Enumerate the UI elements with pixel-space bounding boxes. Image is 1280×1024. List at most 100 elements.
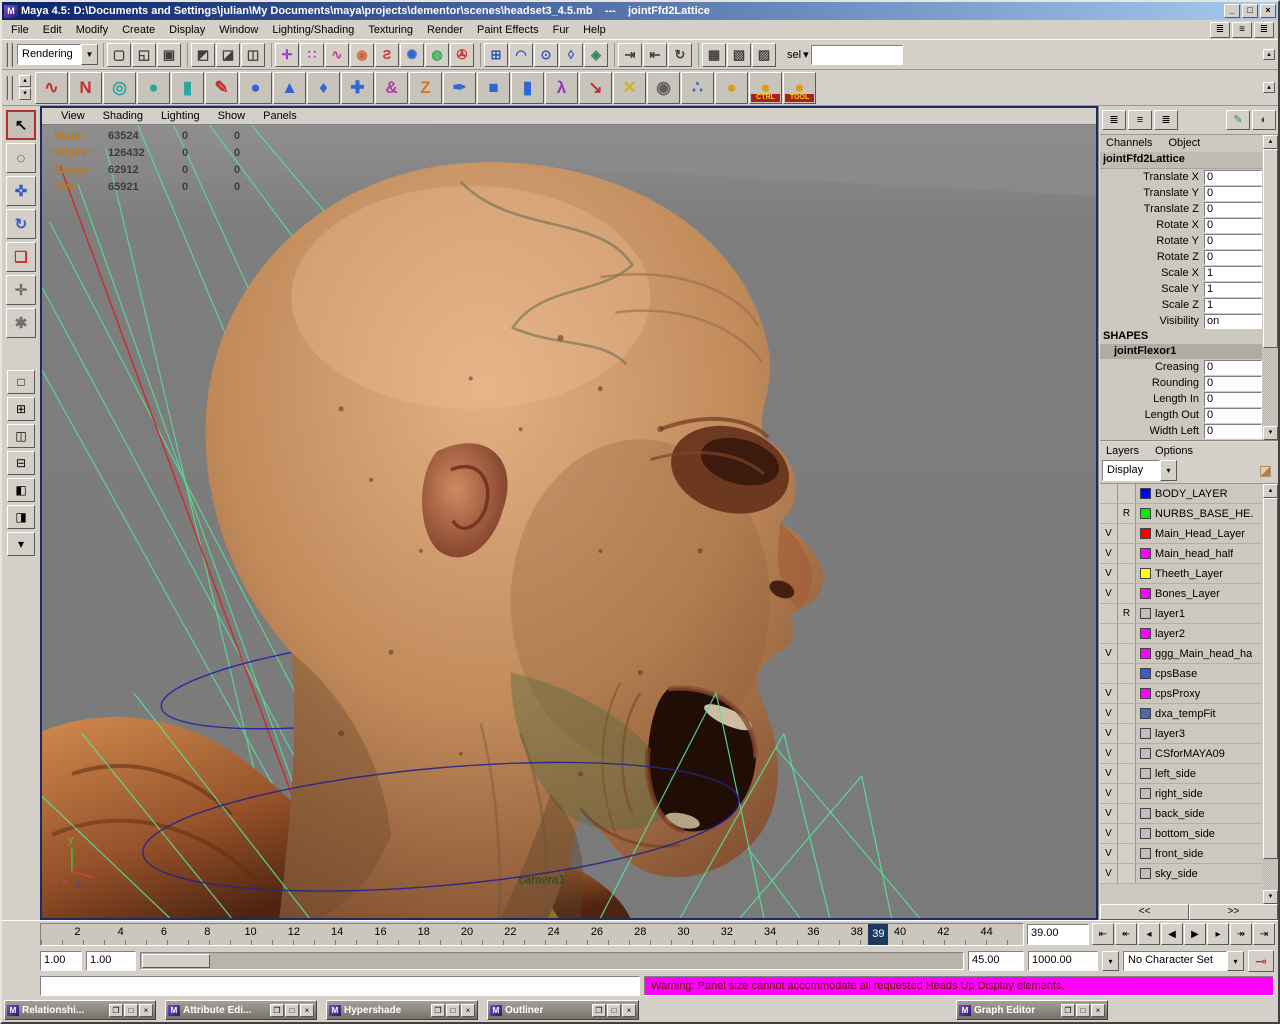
viewport-menu-show[interactable]: Show xyxy=(209,109,255,123)
layer-ref-toggle[interactable] xyxy=(1118,664,1136,683)
range-slider-handle[interactable] xyxy=(142,954,210,968)
poly-cube-tool[interactable]: ■ xyxy=(477,72,510,104)
scroll-down-icon[interactable]: ▾ xyxy=(1263,890,1278,904)
channel-label[interactable]: Rotate Y xyxy=(1100,235,1204,247)
end-time-menu-icon[interactable]: ▾ xyxy=(1102,951,1119,971)
poly-sphere-tool[interactable]: ● xyxy=(239,72,272,104)
channel-value-field[interactable]: 0 xyxy=(1204,376,1262,391)
maximize-icon[interactable]: □ xyxy=(1076,1004,1090,1017)
scrollbar-thumb[interactable] xyxy=(1263,498,1278,859)
animation-end-field[interactable]: 1000.00 xyxy=(1028,951,1098,971)
layer-color-swatch[interactable] xyxy=(1140,508,1151,519)
minimized-window-graph-editor[interactable]: MGraph Editor❐□× xyxy=(956,1000,1108,1020)
auto-key-icon[interactable]: ⊸ xyxy=(1248,950,1274,972)
layer-visibility-toggle[interactable]: V xyxy=(1100,684,1118,703)
channel-label[interactable]: Rotate Z xyxy=(1100,251,1204,263)
channel-label[interactable]: Translate X xyxy=(1100,171,1204,183)
layer-color-swatch[interactable] xyxy=(1140,568,1151,579)
layer-ref-toggle[interactable] xyxy=(1118,564,1136,583)
close-icon[interactable]: × xyxy=(622,1004,636,1017)
z-curve-tool[interactable]: Z xyxy=(409,72,442,104)
snap-to-plane-icon[interactable]: ◊ xyxy=(559,43,583,67)
layer-cube-icon[interactable]: ◪ xyxy=(1259,462,1276,479)
mask-surfaces-icon[interactable]: ◉ xyxy=(350,43,374,67)
menu-edit[interactable]: Edit xyxy=(36,22,69,38)
layer-ref-toggle[interactable] xyxy=(1118,724,1136,743)
layer-row-cpsbase[interactable]: cpsBase xyxy=(1100,664,1262,684)
layer-visibility-toggle[interactable]: V xyxy=(1100,764,1118,783)
layer-color-swatch[interactable] xyxy=(1140,808,1151,819)
layout-two-pane-stacked-icon[interactable]: ⊟ xyxy=(7,451,35,475)
ampersand-tool[interactable]: & xyxy=(375,72,408,104)
layer-visibility-toggle[interactable]: V xyxy=(1100,844,1118,863)
layer-row-theeth-layer[interactable]: VTheeth_Layer xyxy=(1100,564,1262,584)
layer-ref-toggle[interactable] xyxy=(1118,684,1136,703)
ipr-render-icon[interactable]: ▧ xyxy=(727,43,751,67)
layer-visibility-toggle[interactable] xyxy=(1100,484,1118,503)
ik-handle-tool[interactable]: ↘ xyxy=(579,72,612,104)
nurbs-circle-tool[interactable]: ◎ xyxy=(103,72,136,104)
construction-history-icon[interactable]: ↻ xyxy=(668,43,692,67)
layer-ref-toggle[interactable]: R xyxy=(1118,604,1136,623)
mask-handles-icon[interactable]: ✛ xyxy=(275,43,299,67)
layout-hypergraph-icon[interactable]: ◨ xyxy=(7,505,35,529)
layer-row-layer1[interactable]: Rlayer1 xyxy=(1100,604,1262,624)
current-frame-marker[interactable]: 39 xyxy=(868,924,888,945)
layer-ref-toggle[interactable] xyxy=(1118,824,1136,843)
layer-visibility-toggle[interactable] xyxy=(1100,504,1118,523)
open-scene-icon[interactable]: ◱ xyxy=(132,43,156,67)
time-ticks[interactable]: 39 2468101214161820222426283032343638404… xyxy=(40,923,1024,946)
playback-end-field[interactable]: 45.00 xyxy=(968,951,1024,971)
current-time-field[interactable]: 39.00 xyxy=(1027,924,1089,945)
command-line-input[interactable] xyxy=(40,976,640,996)
mask-misc-icon[interactable]: ✇ xyxy=(450,43,474,67)
viewport-menu-view[interactable]: View xyxy=(52,109,94,123)
channel-node-name[interactable]: jointFfd2Lattice xyxy=(1100,152,1262,169)
mask-deformations-icon[interactable]: Ƨ xyxy=(375,43,399,67)
layer-row-main-head-layer[interactable]: VMain_Head_Layer xyxy=(1100,524,1262,544)
layer-ref-toggle[interactable] xyxy=(1118,644,1136,663)
layer-visibility-toggle[interactable]: V xyxy=(1100,644,1118,663)
layer-row-body-layer[interactable]: BODY_LAYER xyxy=(1100,484,1262,504)
paint-weights-tool[interactable]: ✕ xyxy=(613,72,646,104)
range-slider-track[interactable] xyxy=(140,952,964,970)
layer-visibility-toggle[interactable]: V xyxy=(1100,584,1118,603)
menu-display[interactable]: Display xyxy=(162,22,212,38)
viewport-menu-lighting[interactable]: Lighting xyxy=(152,109,209,123)
render-current-frame-icon[interactable]: ▦ xyxy=(702,43,726,67)
menu-lighting-shading[interactable]: Lighting/Shading xyxy=(265,22,361,38)
layer-color-swatch[interactable] xyxy=(1140,728,1151,739)
layer-visibility-toggle[interactable]: V xyxy=(1100,524,1118,543)
channel-value-field[interactable]: 1 xyxy=(1204,282,1262,297)
shelf-tab-down-icon[interactable]: ▾ xyxy=(19,88,31,100)
snap-to-grid-icon[interactable]: ⊞ xyxy=(484,43,508,67)
channel-label[interactable]: Scale Y xyxy=(1100,283,1204,295)
collapse-shelf-icon[interactable]: ▴ xyxy=(1263,82,1275,93)
channel-label[interactable]: Scale X xyxy=(1100,267,1204,279)
channel-label[interactable]: Visibility xyxy=(1100,315,1204,327)
scrollbar-thumb[interactable] xyxy=(1263,149,1278,348)
quick-select-arrow-icon[interactable]: ▾ xyxy=(803,48,809,61)
channel-shape-node-name[interactable]: jointFlexor1 xyxy=(1100,344,1262,359)
layer-ref-toggle[interactable] xyxy=(1118,744,1136,763)
status-line-handle[interactable] xyxy=(6,43,13,67)
menu-object[interactable]: Object xyxy=(1168,137,1200,150)
move-tool[interactable]: ✜ xyxy=(6,176,36,206)
layout-menu-icon[interactable]: ▾ xyxy=(7,532,35,556)
layer-color-swatch[interactable] xyxy=(1140,688,1151,699)
channel-value-field[interactable]: 0 xyxy=(1204,218,1262,233)
layer-row-dxa-tempfit[interactable]: Vdxa_tempFit xyxy=(1100,704,1262,724)
snap-to-point-icon[interactable]: ⊙ xyxy=(534,43,558,67)
maximize-icon[interactable]: □ xyxy=(285,1004,299,1017)
layer-color-swatch[interactable] xyxy=(1140,868,1151,879)
menu-layers[interactable]: Layers xyxy=(1106,445,1139,455)
channel-value-field[interactable]: 1 xyxy=(1204,266,1262,281)
channel-label[interactable]: Width Left xyxy=(1100,425,1204,437)
mask-dynamics-icon[interactable]: ✺ xyxy=(400,43,424,67)
go-to-start-button[interactable]: ⇤ xyxy=(1092,923,1114,945)
scrollbar-track[interactable] xyxy=(1263,149,1278,426)
channel-label[interactable]: Scale Z xyxy=(1100,299,1204,311)
show-channel-box-icon[interactable]: ≣ xyxy=(1102,110,1126,130)
channel-value-field[interactable]: 0 xyxy=(1204,392,1262,407)
mask-rendering-icon[interactable]: ◍ xyxy=(425,43,449,67)
